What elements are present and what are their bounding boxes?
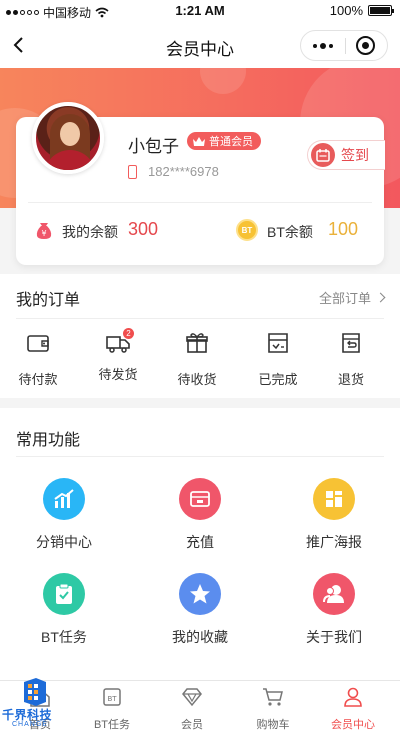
order-label: 待收货 [177,372,217,387]
avatar[interactable] [32,102,104,174]
diamond-icon [182,688,202,707]
func-label: 充值 [186,534,214,550]
users-icon [313,573,355,615]
return-icon [342,333,360,353]
tab-label: BT任务 [93,719,131,730]
star-icon [179,573,221,615]
functions-title: 常用功能 [16,432,81,449]
box-check-icon [268,333,288,353]
cart-icon [263,688,283,706]
functions-section: 常用功能 分销中心 充值 推广海报 BT任务 我的收藏 关于我们 [0,408,400,680]
func-bt-task[interactable]: BT任务 [9,573,119,647]
status-bar: 中国移动 1:21 AM 100% [0,0,400,22]
truck-icon: 2 [106,328,134,354]
clipboard-check-icon [43,573,85,615]
checkin-label: 签到 [341,147,369,163]
orders-title: 我的订单 [16,292,81,309]
more-icon[interactable] [301,31,345,60]
poster-icon [313,478,355,520]
calendar-icon [311,143,335,167]
bt-balance-label: BT余额 [267,224,313,240]
func-label: 分销中心 [36,534,92,550]
person-icon [344,687,362,707]
func-recharge[interactable]: 充值 [145,478,255,552]
mini-program-capsule [300,30,388,61]
close-circle-icon[interactable] [356,36,375,55]
shipment-count-badge: 2 [123,328,134,339]
recharge-icon [179,478,221,520]
tab-label: 会员中心 [331,719,375,730]
profile-card: 小包子 普通会员 182****6978 签到 ¥ 我的余额 300 BT BT… [16,102,385,265]
tab-member[interactable]: 会员 [152,687,232,730]
order-label: 待发货 [98,367,138,382]
user-name: 小包子 [128,137,179,156]
card-divider [28,202,372,203]
battery-fill [370,7,390,14]
battery-label: 100% [329,3,363,18]
orders-divider [16,318,384,319]
func-label: 我的收藏 [172,629,228,645]
tab-label: 购物车 [256,719,290,730]
crown-icon [193,136,205,146]
func-distribution-center[interactable]: 分销中心 [9,478,119,552]
checkin-button[interactable]: 签到 [307,140,385,170]
order-pending-shipment[interactable]: 2 待发货 [88,328,148,383]
func-label: 关于我们 [306,629,362,645]
status-right: 100% [329,3,394,18]
func-promo-poster[interactable]: 推广海报 [279,478,389,552]
bt-task-icon: BT [103,688,121,706]
func-my-favorites[interactable]: 我的收藏 [145,573,255,647]
phone-icon [128,165,137,179]
battery-icon [368,5,394,16]
order-pending-payment[interactable]: 待付款 [8,332,68,388]
tab-member-center[interactable]: 会员中心 [313,687,393,730]
wallet-icon [27,335,49,352]
money-bag-icon: ¥ [36,223,52,239]
tab-cart[interactable]: 购物车 [233,687,313,730]
order-label: 待付款 [18,372,58,387]
order-returns[interactable]: 退货 [321,332,381,388]
phone-number: 182****6978 [148,164,219,179]
func-about-us[interactable]: 关于我们 [279,573,389,647]
balance-label: 我的余额 [62,224,118,240]
all-orders-label: 全部订单 [318,291,371,306]
bt-coin-icon: BT [236,219,258,241]
svg-text:¥: ¥ [41,229,46,238]
member-level-label: 普通会员 [209,136,253,148]
order-pending-receipt[interactable]: 待收货 [167,332,227,388]
orders-section: 我的订单 全部订单 待付款 2 待发货 待收货 已完成 退货 [0,274,400,398]
brand-subtitle: CHANGE [12,721,48,728]
tab-bt-task[interactable]: BT BT任务 [72,687,152,730]
balance-value[interactable]: 300 [128,219,158,240]
order-label: 已完成 [258,372,298,387]
capsule-divider [345,38,346,54]
member-level-badge: 普通会员 [187,132,261,150]
tab-label: 会员 [181,719,203,730]
chevron-right-icon [375,292,386,303]
order-completed[interactable]: 已完成 [248,332,308,388]
nav-bar: 会员中心 [0,22,400,68]
brand-watermark: 千界科技 CHANGE [2,676,74,730]
func-label: 推广海报 [306,534,362,550]
brand-logo-icon [24,678,46,706]
functions-divider [16,456,384,457]
all-orders-link[interactable]: 全部订单 [318,288,386,307]
func-label: BT任务 [41,629,87,645]
svg-text:BT: BT [107,695,117,703]
bt-balance-value[interactable]: 100 [328,219,358,240]
order-label: 退货 [337,372,364,387]
gift-icon [186,333,208,353]
chart-icon [43,478,85,520]
